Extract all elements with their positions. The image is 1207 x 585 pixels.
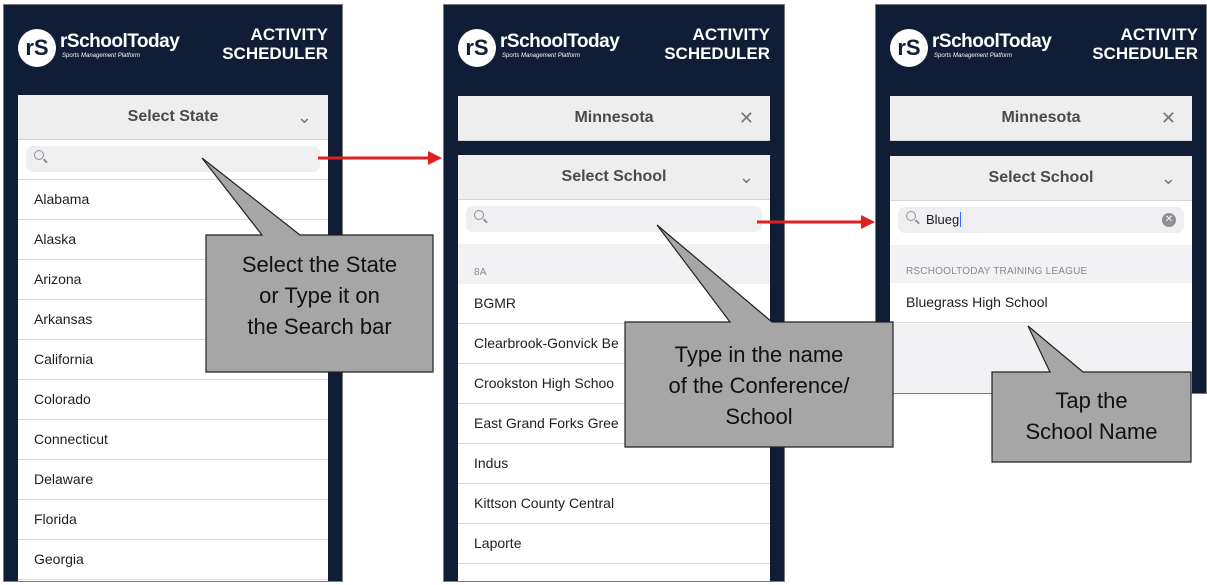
logo-text: rSchoolToday (60, 31, 180, 52)
school-search-text: Blueg (926, 212, 960, 227)
arrow-to-screen2 (318, 151, 442, 165)
list-item[interactable]: BGMR (458, 284, 770, 324)
school-search-input[interactable] (466, 206, 762, 232)
app-header: rS rSchoolToday Sports Management Platfo… (876, 5, 1206, 91)
logo-subtitle: Sports Management Platform (502, 53, 581, 59)
list-item[interactable]: Clearbrook-Gonvick Be (458, 324, 770, 364)
app-title-line1: ACTIVITY (250, 25, 328, 44)
list-item[interactable]: East Grand Forks Gree (458, 404, 770, 444)
empty-area (890, 324, 1192, 393)
school-list: BGMR Clearbrook-Gonvick Be Crookston Hig… (458, 284, 770, 564)
app-title-line2: SCHEDULER (1092, 44, 1198, 63)
text-cursor (960, 212, 962, 227)
school-search-row (458, 200, 770, 238)
school-search-value: Blueg (926, 212, 962, 227)
list-item[interactable]: Laporte (458, 524, 770, 564)
app-title: ACTIVITY SCHEDULER (664, 25, 770, 63)
list-item[interactable]: California (18, 340, 328, 380)
school-dropdown[interactable]: Select School ⌄ (458, 155, 770, 200)
content-area: Minnesota ✕ Select School ⌄ Blueg ✕ RSCH… (890, 96, 1192, 393)
app-title-line2: SCHEDULER (664, 44, 770, 63)
school-result-item[interactable]: Bluegrass High School (890, 283, 1192, 323)
close-icon[interactable]: ✕ (1161, 96, 1176, 140)
logo-text: rSchoolToday (932, 31, 1052, 52)
state-selected-label: Minnesota (1001, 109, 1081, 126)
list-item[interactable]: Alabama (18, 180, 328, 220)
state-list: Alabama Alaska Arizona Arkansas Californ… (18, 179, 328, 580)
list-item[interactable]: Delaware (18, 460, 328, 500)
list-item[interactable]: Connecticut (18, 420, 328, 460)
brand-logo[interactable]: rS rSchoolToday Sports Management Platfo… (890, 29, 1090, 69)
search-icon (906, 211, 916, 221)
school-dropdown-label: Select School (988, 169, 1094, 186)
state-selected[interactable]: Minnesota ✕ (458, 96, 770, 141)
logo-icon: rS (458, 29, 496, 67)
section-header-label: RSCHOOLTODAY TRAINING LEAGUE (906, 266, 1088, 277)
screen-school-result: rS rSchoolToday Sports Management Platfo… (875, 4, 1207, 394)
school-panel: Select School ⌄ 8A BGMR Clearbrook-Gonvi… (458, 155, 770, 581)
list-item[interactable]: Arizona (18, 260, 328, 300)
app-title: ACTIVITY SCHEDULER (1092, 25, 1198, 63)
app-header: rS rSchoolToday Sports Management Platfo… (444, 5, 784, 91)
clear-search-icon[interactable]: ✕ (1162, 213, 1176, 227)
logo-icon: rS (890, 29, 928, 67)
school-search-row: Blueg ✕ (890, 201, 1192, 239)
list-item[interactable]: Florida (18, 500, 328, 540)
school-result-list: Bluegrass High School (890, 283, 1192, 323)
list-item[interactable]: Crookston High Schoo (458, 364, 770, 404)
screen-select-school: rS rSchoolToday Sports Management Platfo… (443, 4, 785, 582)
callout-text: Tap the School Name (992, 385, 1191, 447)
brand-logo[interactable]: rS rSchoolToday Sports Management Platfo… (18, 29, 218, 69)
callout-line: School Name (1025, 419, 1158, 444)
close-icon[interactable]: ✕ (739, 96, 754, 140)
state-selected-label: Minnesota (574, 109, 654, 126)
list-item[interactable]: Colorado (18, 380, 328, 420)
section-header: RSCHOOLTODAY TRAINING LEAGUE (890, 245, 1192, 283)
app-title-line1: ACTIVITY (692, 25, 770, 44)
state-search-input[interactable] (26, 146, 320, 172)
list-item[interactable]: Kittson County Central (458, 484, 770, 524)
state-search-row (18, 140, 328, 178)
app-title-line1: ACTIVITY (1120, 25, 1198, 44)
search-icon (34, 150, 44, 160)
chevron-down-icon: ⌄ (1160, 168, 1176, 188)
arrow-to-screen3 (757, 215, 875, 229)
list-item[interactable]: Georgia (18, 540, 328, 580)
section-header-label: 8A (474, 267, 487, 278)
app-title: ACTIVITY SCHEDULER (222, 25, 328, 63)
brand-logo[interactable]: rS rSchoolToday Sports Management Platfo… (458, 29, 658, 69)
logo-subtitle: Sports Management Platform (934, 53, 1013, 59)
app-header: rS rSchoolToday Sports Management Platfo… (4, 5, 342, 91)
state-selected[interactable]: Minnesota ✕ (890, 96, 1192, 141)
school-dropdown[interactable]: Select School ⌄ (890, 156, 1192, 201)
school-search-input[interactable]: Blueg ✕ (898, 207, 1184, 233)
state-dropdown-label: Select State (127, 108, 219, 125)
search-icon (474, 210, 484, 220)
content-area: Select State ⌄ Alabama Alaska Arizona Ar… (18, 95, 328, 581)
list-item[interactable]: Indus (458, 444, 770, 484)
school-dropdown-label: Select School (561, 168, 667, 185)
logo-icon: rS (18, 29, 56, 67)
school-panel: Select School ⌄ Blueg ✕ RSCHOOLTODAY TRA… (890, 156, 1192, 393)
content-area: Minnesota ✕ Select School ⌄ 8A BGMR Clea… (458, 96, 770, 581)
chevron-down-icon: ⌄ (296, 107, 312, 127)
list-item[interactable]: Arkansas (18, 300, 328, 340)
list-item[interactable]: Alaska (18, 220, 328, 260)
app-title-line2: SCHEDULER (222, 44, 328, 63)
logo-subtitle: Sports Management Platform (62, 53, 141, 59)
section-header: 8A (458, 244, 770, 284)
chevron-down-icon: ⌄ (738, 167, 754, 187)
state-dropdown[interactable]: Select State ⌄ (18, 95, 328, 140)
screen-select-state: rS rSchoolToday Sports Management Platfo… (3, 4, 343, 582)
logo-text: rSchoolToday (500, 31, 620, 52)
